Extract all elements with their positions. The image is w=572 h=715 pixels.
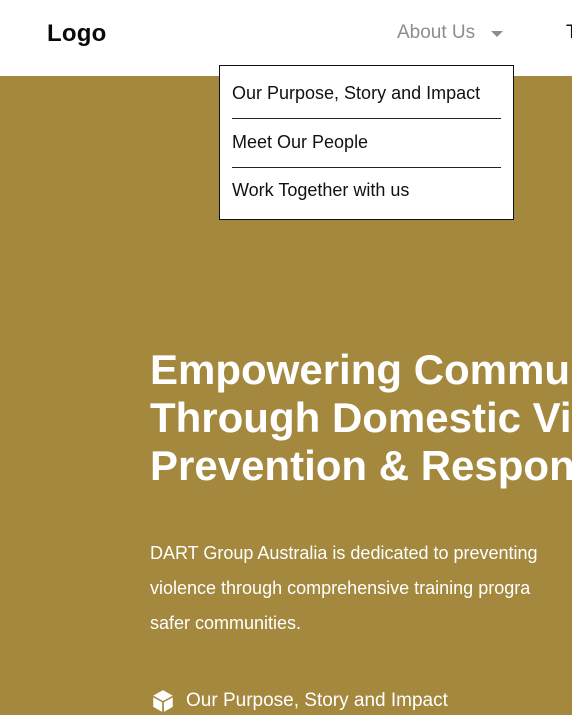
about-us-dropdown-menu: Our Purpose, Story and Impact Meet Our P… bbox=[219, 65, 514, 220]
page: Logo About Us T Our Purpose, Story and I… bbox=[0, 0, 572, 715]
hero-description: DART Group Australia is dedicated to pre… bbox=[150, 536, 538, 641]
hero-description-line: safer communities. bbox=[150, 613, 302, 633]
dropdown-item-people[interactable]: Meet Our People bbox=[232, 132, 501, 153]
nav-item-next[interactable]: T bbox=[566, 22, 572, 44]
hero-title-line: Through Domestic Vi bbox=[150, 394, 572, 441]
chevron-down-icon bbox=[491, 31, 504, 37]
hero-title-line: Prevention & Respon bbox=[150, 442, 572, 489]
dropdown-item-purpose[interactable]: Our Purpose, Story and Impact bbox=[232, 83, 501, 104]
logo[interactable]: Logo bbox=[47, 20, 106, 48]
dropdown-divider bbox=[232, 118, 501, 119]
box-icon bbox=[150, 688, 176, 714]
hero-description-line: violence through comprehensive training … bbox=[150, 578, 531, 598]
dropdown-item-work-together[interactable]: Work Together with us bbox=[232, 180, 501, 201]
dropdown-divider bbox=[232, 167, 501, 168]
nav-about-us-label: About Us bbox=[397, 22, 476, 43]
hero-description-line: DART Group Australia is dedicated to pre… bbox=[150, 543, 538, 563]
purpose-story-impact-link[interactable]: Our Purpose, Story and Impact bbox=[150, 688, 448, 714]
nav-about-us[interactable]: About Us bbox=[397, 22, 504, 44]
hero-title-line: Empowering Commu bbox=[150, 346, 571, 393]
hero-title: Empowering Commu Through Domestic Vi Pre… bbox=[150, 346, 572, 490]
purpose-story-impact-label: Our Purpose, Story and Impact bbox=[186, 690, 448, 711]
